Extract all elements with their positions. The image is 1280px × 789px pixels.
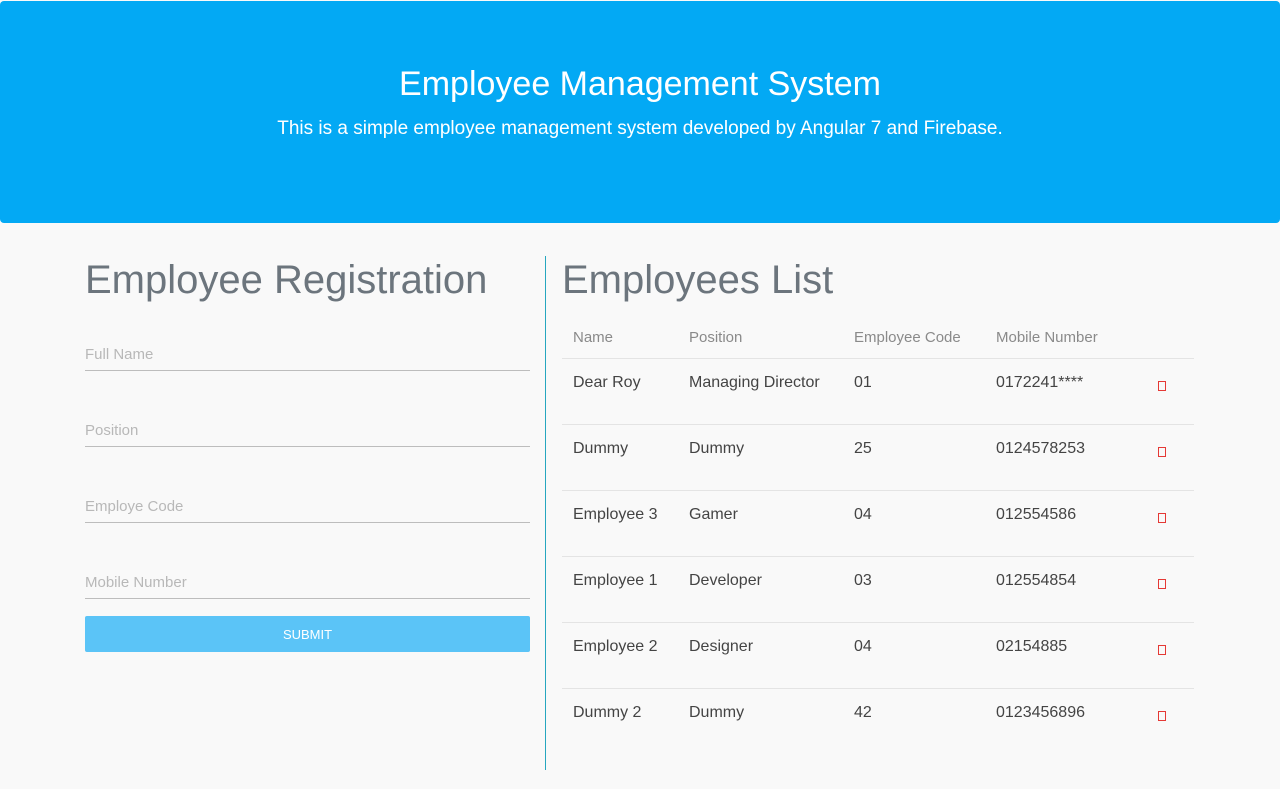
employee-name: Employee 1	[573, 572, 658, 589]
employee-name: Employee 3	[573, 506, 658, 523]
employee-position: Designer	[689, 638, 754, 655]
delete-icon[interactable]	[1158, 513, 1166, 523]
delete-icon[interactable]	[1158, 711, 1166, 721]
position-field	[85, 416, 530, 447]
full-name-field	[85, 340, 530, 371]
employee-position: Managing Director	[689, 374, 820, 391]
full-name-input[interactable]	[85, 340, 530, 368]
column-header-name: Name	[562, 316, 678, 359]
employee-code-field	[85, 492, 530, 523]
page-header: Employee Management System This is a sim…	[0, 1, 1280, 223]
employee-position: Dummy	[689, 440, 745, 457]
delete-icon[interactable]	[1158, 579, 1166, 589]
app-subtitle: This is a simple employee management sys…	[277, 118, 1003, 139]
employee-code: 01	[854, 374, 872, 391]
table-header-row: Name Position Employee Code Mobile Numbe…	[562, 316, 1194, 359]
delete-icon[interactable]	[1158, 645, 1166, 655]
column-header-employee-code: Employee Code	[843, 316, 985, 359]
table-row[interactable]: Employee 3 Gamer 04 012554586	[562, 490, 1194, 557]
employees-table: Name Position Employee Code Mobile Numbe…	[562, 316, 1194, 754]
app-title: Employee Management System	[399, 65, 881, 103]
employee-mobile: 02154885	[996, 638, 1068, 655]
employee-mobile: 0172241****	[996, 374, 1084, 391]
employees-list-title: Employees List	[562, 258, 834, 302]
table-row[interactable]: Dummy 2 Dummy 42 0123456896	[562, 689, 1194, 755]
table-row[interactable]: Employee 1 Developer 03 012554854	[562, 556, 1194, 623]
employee-mobile: 0123456896	[996, 704, 1085, 721]
delete-icon[interactable]	[1158, 381, 1166, 391]
employee-code: 25	[854, 440, 872, 457]
employee-name: Employee 2	[573, 638, 658, 655]
table-row[interactable]: Employee 2 Designer 04 02154885	[562, 622, 1194, 689]
employee-mobile: 012554854	[996, 572, 1077, 589]
registration-title: Employee Registration	[85, 258, 488, 302]
mobile-number-field	[85, 568, 530, 599]
employee-code: 42	[854, 704, 872, 721]
employee-code: 03	[854, 572, 872, 589]
employees-list-panel: Employees List Name Position Employee Co…	[562, 256, 1194, 721]
mobile-number-input[interactable]	[85, 568, 530, 596]
employee-position: Developer	[689, 572, 762, 589]
employee-name: Dear Roy	[573, 374, 641, 391]
registration-panel: Employee Registration Submit	[85, 256, 530, 652]
delete-icon[interactable]	[1158, 447, 1166, 457]
column-header-position: Position	[678, 316, 843, 359]
employee-mobile: 0124578253	[996, 440, 1085, 457]
employee-position: Gamer	[689, 506, 738, 523]
employee-position: Dummy	[689, 704, 745, 721]
column-header-actions	[1132, 316, 1194, 359]
table-row[interactable]: Dummy Dummy 25 0124578253	[562, 424, 1194, 491]
table-row[interactable]: Dear Roy Managing Director 01 0172241***…	[562, 358, 1194, 425]
employee-name: Dummy	[573, 440, 629, 457]
employee-mobile: 012554586	[996, 506, 1077, 523]
employee-code: 04	[854, 638, 872, 655]
position-input[interactable]	[85, 416, 530, 444]
column-divider	[545, 256, 546, 770]
employee-code: 04	[854, 506, 872, 523]
submit-button[interactable]: Submit	[85, 616, 530, 652]
employee-name: Dummy 2	[573, 704, 642, 721]
column-header-mobile-number: Mobile Number	[985, 316, 1132, 359]
employee-code-input[interactable]	[85, 492, 530, 520]
